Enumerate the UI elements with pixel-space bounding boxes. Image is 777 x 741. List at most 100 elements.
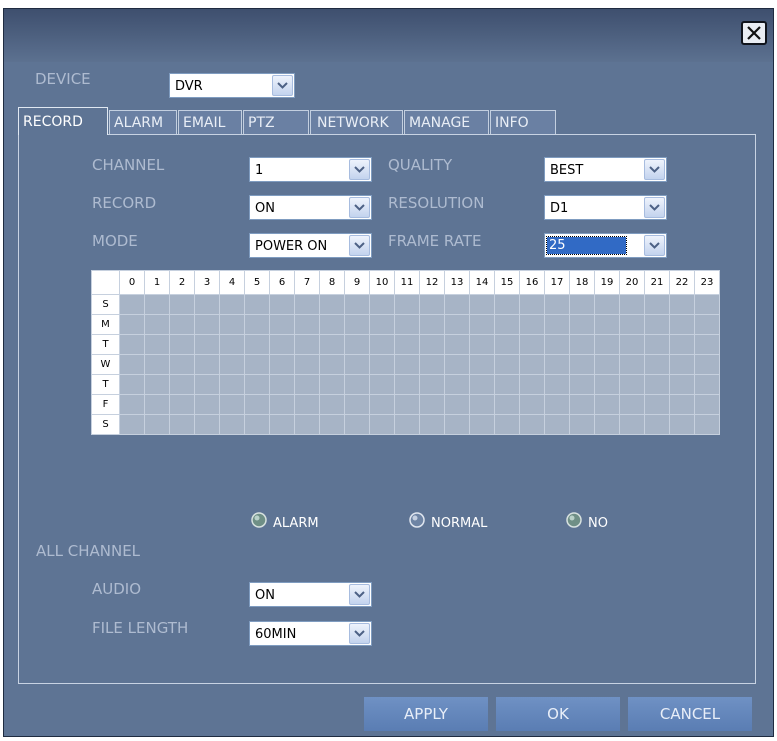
schedule-cell[interactable]: [444, 374, 470, 395]
schedule-cell[interactable]: [169, 314, 195, 335]
schedule-cell[interactable]: [644, 414, 670, 435]
schedule-cell[interactable]: [394, 394, 420, 415]
schedule-cell[interactable]: [369, 394, 395, 415]
schedule-cell[interactable]: [319, 314, 345, 335]
schedule-cell[interactable]: [544, 314, 570, 335]
schedule-cell[interactable]: [669, 394, 695, 415]
schedule-cell[interactable]: [144, 334, 170, 355]
schedule-cell[interactable]: [644, 334, 670, 355]
schedule-cell[interactable]: [244, 374, 270, 395]
schedule-cell[interactable]: [119, 334, 145, 355]
schedule-cell[interactable]: [644, 354, 670, 375]
schedule-cell[interactable]: [544, 394, 570, 415]
schedule-cell[interactable]: [594, 354, 620, 375]
schedule-cell[interactable]: [419, 314, 445, 335]
schedule-cell[interactable]: [444, 354, 470, 375]
schedule-cell[interactable]: [619, 294, 645, 315]
schedule-cell[interactable]: [694, 334, 720, 355]
cancel-button[interactable]: CANCEL: [628, 697, 752, 731]
schedule-cell[interactable]: [569, 394, 595, 415]
schedule-cell[interactable]: [519, 394, 545, 415]
schedule-cell[interactable]: [694, 394, 720, 415]
channel-select[interactable]: 1: [249, 157, 372, 182]
record-select[interactable]: ON: [249, 195, 372, 220]
schedule-cell[interactable]: [544, 354, 570, 375]
schedule-cell[interactable]: [494, 374, 520, 395]
schedule-cell[interactable]: [444, 334, 470, 355]
tab-record[interactable]: RECORD: [18, 107, 108, 135]
schedule-cell[interactable]: [319, 414, 345, 435]
schedule-cell[interactable]: [569, 314, 595, 335]
schedule-cell[interactable]: [194, 354, 220, 375]
schedule-cell[interactable]: [344, 334, 370, 355]
schedule-cell[interactable]: [219, 334, 245, 355]
schedule-cell[interactable]: [294, 414, 320, 435]
schedule-cell[interactable]: [544, 294, 570, 315]
schedule-cell[interactable]: [469, 314, 495, 335]
schedule-cell[interactable]: [244, 334, 270, 355]
schedule-cell[interactable]: [544, 334, 570, 355]
schedule-cell[interactable]: [219, 354, 245, 375]
schedule-cell[interactable]: [294, 354, 320, 375]
schedule-cell[interactable]: [694, 374, 720, 395]
schedule-cell[interactable]: [694, 414, 720, 435]
schedule-cell[interactable]: [394, 374, 420, 395]
schedule-cell[interactable]: [694, 354, 720, 375]
schedule-cell[interactable]: [569, 334, 595, 355]
schedule-cell[interactable]: [269, 394, 295, 415]
schedule-cell[interactable]: [594, 374, 620, 395]
schedule-cell[interactable]: [394, 334, 420, 355]
schedule-cell[interactable]: [269, 414, 295, 435]
schedule-cell[interactable]: [344, 294, 370, 315]
schedule-cell[interactable]: [469, 414, 495, 435]
schedule-cell[interactable]: [169, 354, 195, 375]
schedule-cell[interactable]: [469, 334, 495, 355]
schedule-cell[interactable]: [619, 394, 645, 415]
ok-button[interactable]: OK: [496, 697, 620, 731]
schedule-cell[interactable]: [244, 294, 270, 315]
schedule-cell[interactable]: [119, 374, 145, 395]
schedule-cell[interactable]: [194, 334, 220, 355]
schedule-cell[interactable]: [194, 414, 220, 435]
schedule-cell[interactable]: [344, 374, 370, 395]
schedule-cell[interactable]: [394, 294, 420, 315]
schedule-cell[interactable]: [419, 334, 445, 355]
schedule-cell[interactable]: [519, 374, 545, 395]
schedule-cell[interactable]: [219, 394, 245, 415]
schedule-cell[interactable]: [394, 354, 420, 375]
schedule-cell[interactable]: [344, 314, 370, 335]
device-select[interactable]: DVR: [169, 73, 295, 98]
tab-email[interactable]: EMAIL: [178, 110, 242, 134]
schedule-cell[interactable]: [344, 394, 370, 415]
schedule-cell[interactable]: [594, 334, 620, 355]
schedule-cell[interactable]: [619, 354, 645, 375]
schedule-cell[interactable]: [419, 294, 445, 315]
schedule-cell[interactable]: [394, 414, 420, 435]
schedule-cell[interactable]: [194, 294, 220, 315]
schedule-cell[interactable]: [594, 394, 620, 415]
tab-info[interactable]: INFO: [490, 110, 556, 134]
schedule-cell[interactable]: [594, 294, 620, 315]
schedule-cell[interactable]: [494, 334, 520, 355]
schedule-cell[interactable]: [294, 334, 320, 355]
schedule-cell[interactable]: [219, 314, 245, 335]
schedule-cell[interactable]: [269, 374, 295, 395]
close-button[interactable]: [741, 21, 767, 45]
schedule-cell[interactable]: [269, 334, 295, 355]
schedule-cell[interactable]: [244, 314, 270, 335]
schedule-cell[interactable]: [644, 314, 670, 335]
schedule-cell[interactable]: [369, 314, 395, 335]
schedule-cell[interactable]: [144, 414, 170, 435]
schedule-cell[interactable]: [419, 394, 445, 415]
schedule-cell[interactable]: [369, 414, 395, 435]
schedule-cell[interactable]: [394, 314, 420, 335]
tab-alarm[interactable]: ALARM: [109, 110, 177, 134]
schedule-cell[interactable]: [119, 314, 145, 335]
schedule-cell[interactable]: [469, 354, 495, 375]
schedule-cell[interactable]: [444, 414, 470, 435]
schedule-cell[interactable]: [294, 374, 320, 395]
schedule-cell[interactable]: [469, 374, 495, 395]
schedule-cell[interactable]: [619, 374, 645, 395]
schedule-cell[interactable]: [419, 414, 445, 435]
schedule-cell[interactable]: [544, 414, 570, 435]
